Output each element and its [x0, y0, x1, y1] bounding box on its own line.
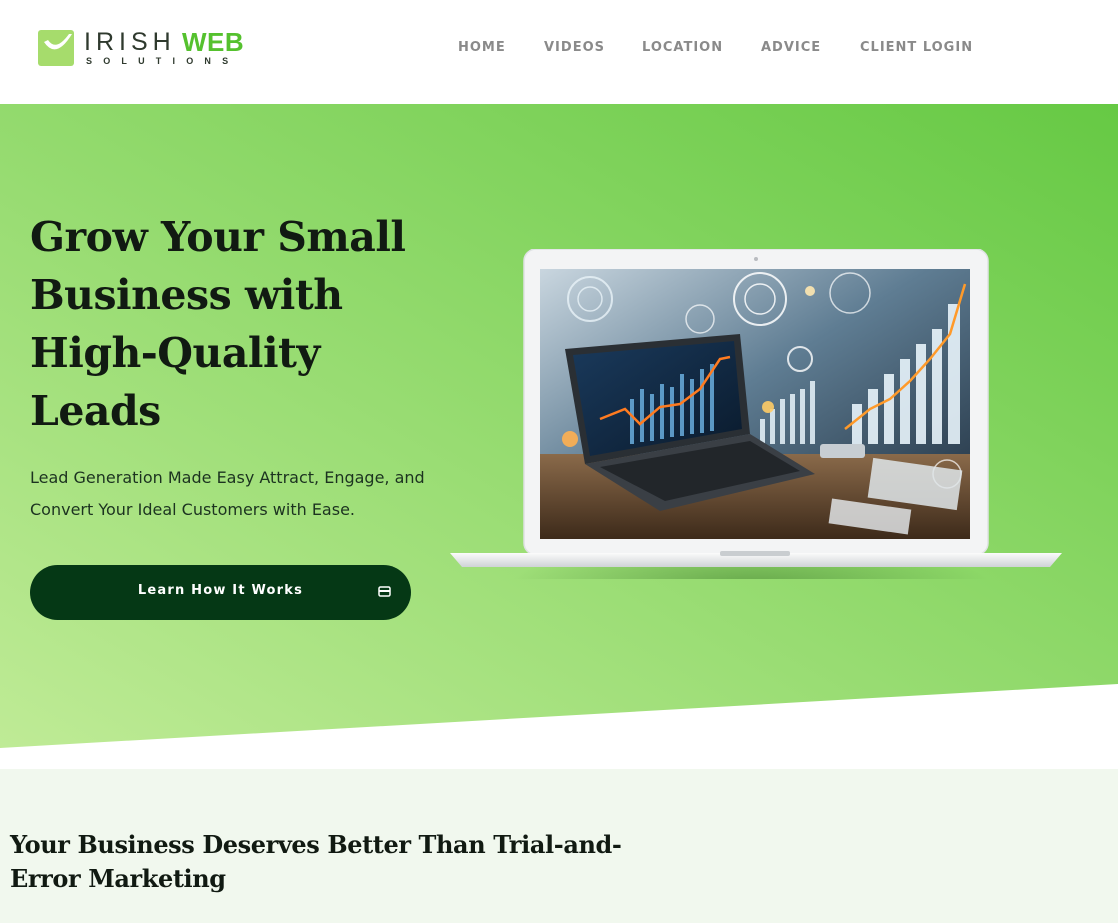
laptop-hinge-notch: [720, 551, 790, 556]
laptop-camera: [754, 257, 758, 261]
laptop-screen: [540, 269, 970, 539]
cta-label: Learn How It Works: [137, 583, 304, 598]
card-icon: [378, 586, 391, 597]
value-section: Your Business Deserves Better Than Trial…: [0, 769, 1118, 923]
section-title: Your Business Deserves Better Than Trial…: [10, 830, 622, 893]
nav-client-login[interactable]: CLIENT LOGIN: [860, 40, 973, 55]
nav-videos[interactable]: VIDEOS: [544, 40, 605, 55]
hero-subtitle: Lead Generation Made Easy Attract, Engag…: [30, 468, 425, 519]
nav-advice[interactable]: ADVICE: [761, 40, 821, 55]
site-header: IRISH WEB SOLUTIONS HOME VIDEOS LOCATION…: [0, 0, 1118, 104]
learn-how-it-works-button[interactable]: Learn How It Works: [30, 565, 411, 620]
main-nav: HOME VIDEOS LOCATION ADVICE CLIENT LOGIN: [0, 40, 1118, 60]
nav-location[interactable]: LOCATION: [642, 40, 723, 55]
hero-title: Grow Your Small Business with High-Quali…: [30, 213, 406, 435]
hero-section: Grow Your Small Business with High-Quali…: [0, 104, 1118, 748]
nav-home[interactable]: HOME: [458, 40, 506, 55]
laptop-analytics-illustration: [450, 249, 1062, 579]
